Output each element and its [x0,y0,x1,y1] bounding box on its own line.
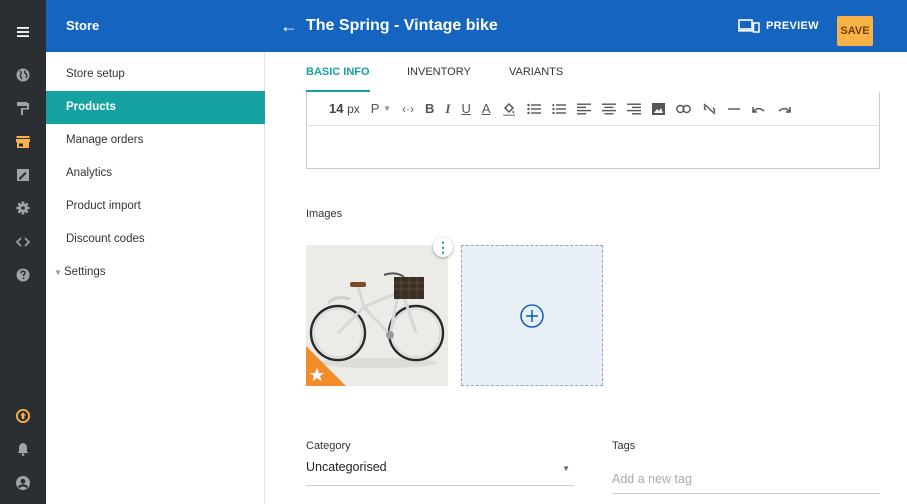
paragraph-select[interactable]: P ▼ [371,101,391,116]
align-center-icon[interactable] [601,103,616,115]
font-size-unit: px [347,101,360,116]
undo-icon[interactable] [751,104,766,114]
preview-label: PREVIEW [766,20,819,32]
tags-label: Tags [612,440,636,452]
globe-icon[interactable] [0,63,46,87]
chevron-down-icon: ▼ [383,104,391,113]
preview-button[interactable]: PREVIEW [738,16,819,36]
sidebar-item-products[interactable]: Products [46,91,265,124]
bullet-list-icon[interactable] [526,103,541,115]
store-icon[interactable] [0,130,46,154]
underline-icon[interactable]: U [461,101,470,116]
edit-icon[interactable] [0,163,46,187]
menu-icon[interactable] [0,20,46,44]
font-size-value: 14 [329,101,344,116]
description-editor[interactable] [306,125,880,169]
images-label: Images [306,208,343,220]
font-size-select[interactable]: 14 px [329,101,360,116]
align-left-icon[interactable] [576,103,591,115]
main-content: BASIC INFO INVENTORY VARIANTS 14 px P ▼ … [265,52,907,504]
code-view-icon[interactable]: ‹·› [402,102,414,116]
tab-inventory[interactable]: INVENTORY [407,52,471,92]
page-title: The Spring - Vintage bike [306,17,498,34]
horizontal-rule-icon[interactable] [727,107,740,111]
paragraph-value: P [370,101,380,116]
chevron-down-icon: ▼ [54,268,62,277]
add-circle-icon [520,303,544,328]
redo-icon[interactable] [777,104,792,114]
bell-icon[interactable] [0,437,46,461]
product-image[interactable] [306,245,448,386]
bold-icon[interactable]: B [425,101,434,116]
icon-rail [0,0,46,504]
upgrade-icon[interactable] [0,404,46,428]
chevron-down-icon: ▼ [562,464,570,473]
help-icon[interactable] [0,263,46,287]
save-button[interactable]: SAVE [837,16,873,46]
sidebar-item-label: Settings [64,266,106,278]
sidebar-item-store-setup[interactable]: Store setup [46,58,265,91]
sidebar-item-product-import[interactable]: Product import [46,190,265,223]
sidebar-item-manage-orders[interactable]: Manage orders [46,124,265,157]
tags-input[interactable] [612,464,880,494]
image-icon[interactable] [651,102,665,115]
unlink-icon[interactable] [702,102,717,116]
code-icon[interactable] [0,230,46,254]
numbered-list-icon[interactable] [552,103,566,115]
tab-basic-info[interactable]: BASIC INFO [306,52,370,92]
sidebar-item-settings[interactable]: ▼ Settings [46,256,265,289]
tab-variants[interactable]: VARIANTS [509,52,563,92]
app-header: Store ← The Spring - Vintage bike PREVIE… [46,0,907,52]
add-image-button[interactable] [461,245,603,386]
devices-icon [738,19,760,33]
italic-icon[interactable]: I [445,101,450,117]
category-select[interactable]: Uncategorised ▼ [306,460,574,486]
image-options-icon[interactable]: ⋮ [433,237,453,257]
sidebar-item-analytics[interactable]: Analytics [46,157,265,190]
back-arrow-icon[interactable]: ← [280,0,298,52]
featured-badge [306,346,346,386]
sidebar: Store setup Products Manage orders Analy… [46,52,265,504]
store-title: Store [66,18,100,33]
paint-roller-icon[interactable] [0,96,46,120]
editor-toolbar: 14 px P ▼ ‹·› B I U A [306,92,880,125]
category-value: Uncategorised [306,460,387,474]
category-label: Category [306,440,351,452]
sidebar-item-discount-codes[interactable]: Discount codes [46,223,265,256]
gear-icon[interactable] [0,196,46,220]
account-icon[interactable] [0,471,46,495]
align-right-icon[interactable] [626,103,641,115]
text-color-icon[interactable]: A [482,101,491,116]
fill-color-icon[interactable] [502,102,516,116]
link-icon[interactable] [675,104,691,114]
